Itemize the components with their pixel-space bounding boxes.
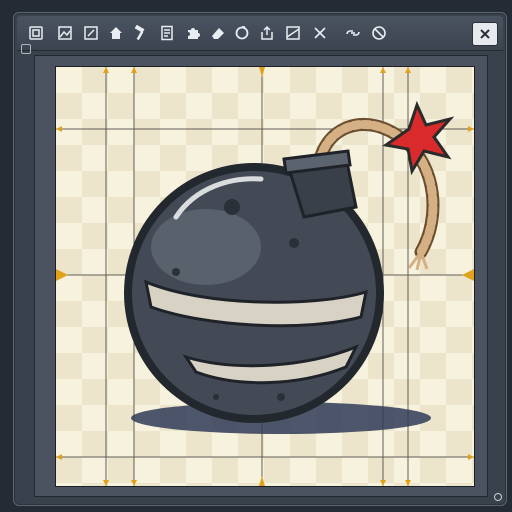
document-icon[interactable] [157,23,177,43]
close-x-icon[interactable] [310,23,330,43]
canvas[interactable] [56,67,474,486]
export-icon[interactable] [257,23,277,43]
crop-icon[interactable] [283,23,303,43]
editor-window [13,12,507,506]
settings-icon[interactable] [21,44,31,54]
image-icon[interactable] [55,23,75,43]
resize-handle-icon[interactable] [494,493,502,501]
toolbar [17,16,503,51]
link-icon[interactable] [343,23,363,43]
close-window-button[interactable] [472,22,498,46]
eraser-icon[interactable] [208,23,228,43]
home-icon[interactable] [106,23,126,43]
select-frame-icon[interactable] [26,23,46,43]
refresh-icon[interactable] [232,23,252,43]
canvas-frame [34,55,488,497]
edit-image-icon[interactable] [81,23,101,43]
no-entry-icon[interactable] [369,23,389,43]
puzzle-icon[interactable] [183,23,203,43]
bomb-illustration [124,100,455,434]
close-window-icon [480,29,490,39]
hammer-icon[interactable] [130,23,150,43]
